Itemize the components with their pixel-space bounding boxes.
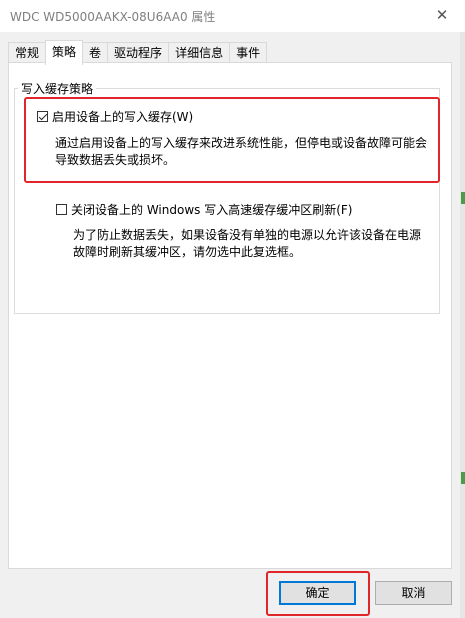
- cancel-button[interactable]: 取消: [375, 581, 452, 605]
- tab-events[interactable]: 事件: [229, 42, 268, 63]
- tab-details[interactable]: 详细信息: [168, 42, 231, 63]
- background-accent: [461, 192, 465, 204]
- description-line: 为了防止数据丢失，如果设备没有单独的电源以允许该设备在电源: [73, 228, 422, 242]
- title-bar: WDC WD5000AAKX-08U6AA0 属性 ✕: [0, 0, 465, 32]
- disable-buffer-flush-description: 为了防止数据丢失，如果设备没有单独的电源以允许该设备在电源 故障时刷新其缓冲区，…: [73, 227, 421, 261]
- tab-strip: 常规 策略 卷 驱动程序 详细信息 事件: [8, 40, 268, 65]
- tab-policies[interactable]: 策略: [45, 40, 84, 65]
- background-accent: [461, 472, 465, 484]
- background-window-edge: [460, 32, 465, 618]
- highlight-annotation: [266, 571, 370, 616]
- highlight-annotation: [24, 97, 440, 183]
- disable-buffer-flush-checkbox[interactable]: [56, 204, 67, 215]
- description-line: 故障时刷新其缓冲区，请勿选中此复选框。: [73, 245, 302, 259]
- disable-buffer-flush-label[interactable]: 关闭设备上的 Windows 写入高速缓存缓冲区刷新(F): [71, 201, 352, 218]
- tab-general[interactable]: 常规: [8, 42, 47, 63]
- tab-driver[interactable]: 驱动程序: [107, 42, 170, 63]
- window-title: WDC WD5000AAKX-08U6AA0 属性: [10, 10, 216, 24]
- group-title: 写入缓存策略: [18, 80, 97, 97]
- close-icon[interactable]: ✕: [419, 0, 465, 30]
- tab-volumes[interactable]: 卷: [82, 42, 109, 63]
